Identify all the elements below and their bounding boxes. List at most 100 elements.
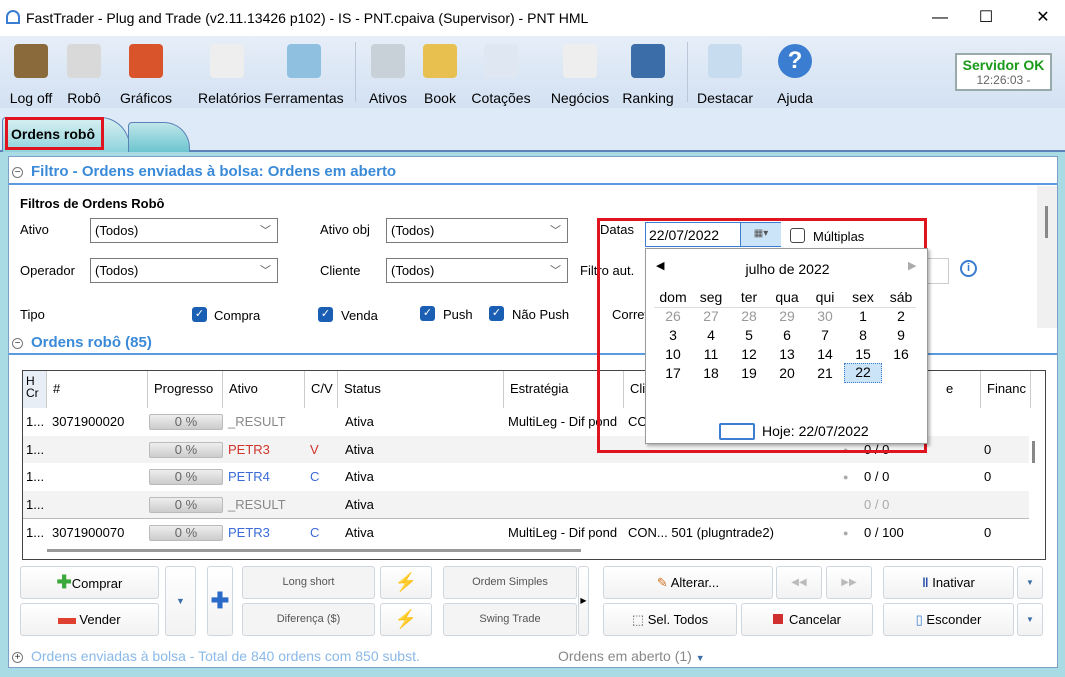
multiplas-checkbox[interactable] — [790, 228, 805, 243]
forward-icon[interactable]: ▶▶ — [826, 566, 872, 599]
lightning-icon[interactable]: ⚡ — [380, 566, 432, 599]
today-link[interactable]: Hoje: 22/07/2022 — [762, 423, 869, 439]
order-dropdown-button[interactable]: ▼ — [165, 566, 196, 636]
calendar-day[interactable]: 5 — [730, 327, 768, 343]
nao-push-checkbox[interactable]: ✓ — [489, 306, 504, 321]
lightning-icon[interactable]: ⚡ — [380, 603, 432, 636]
toolbar-button-ranking[interactable]: Ranking — [620, 40, 676, 106]
calendar-day[interactable]: 6 — [768, 327, 806, 343]
col-header-h-cr[interactable]: H Cr — [23, 371, 47, 408]
col-header-progresso[interactable]: Progresso — [148, 371, 223, 408]
calendar-day[interactable]: 22 — [844, 363, 882, 383]
vender-button[interactable]: Vender — [20, 603, 159, 636]
calendar-day[interactable]: 17 — [654, 365, 692, 381]
diferenca-button[interactable]: Diferença ($) — [242, 603, 375, 636]
today-marker[interactable] — [719, 423, 755, 440]
orders-section-header[interactable]: − Ordens robô (85) — [12, 334, 152, 351]
push-checkbox[interactable]: ✓ — [420, 306, 435, 321]
toolbar-button-cotaes[interactable]: Cotações — [468, 40, 534, 106]
ativo-obj-select[interactable]: (Todos) ﹀ — [386, 218, 568, 243]
inativar-dropdown[interactable]: ▼ — [1017, 566, 1043, 599]
scroll-right-icon[interactable]: ▶ — [578, 566, 589, 636]
calendar-day[interactable]: 3 — [654, 327, 692, 343]
toolbar-button-rob[interactable]: Robô — [62, 40, 106, 106]
venda-checkbox[interactable]: ✓ — [318, 307, 333, 322]
calendar-day[interactable]: 4 — [692, 327, 730, 343]
filter-scrollbar[interactable] — [1037, 186, 1057, 328]
col-header-status[interactable]: Status — [338, 371, 504, 408]
vertical-scrollbar[interactable] — [1032, 441, 1035, 463]
cliente-select[interactable]: (Todos) ﹀ — [386, 258, 568, 283]
calendar-day[interactable]: 9 — [882, 327, 920, 343]
calendar-day[interactable]: 19 — [730, 365, 768, 381]
calendar-day[interactable]: 16 — [882, 346, 920, 362]
toolbar-button-ferramentas[interactable]: Ferramentas — [262, 40, 346, 106]
calendar-day[interactable]: 14 — [806, 346, 844, 362]
maximize-button[interactable]: ☐ — [971, 6, 1001, 30]
info-icon[interactable]: i — [960, 260, 977, 277]
calendar-day[interactable]: 30 — [806, 308, 844, 324]
calendar-day[interactable]: 7 — [806, 327, 844, 343]
calendar-day[interactable]: 18 — [692, 365, 730, 381]
table-row[interactable]: 1... 3071900070 0 % PETR3 C Ativa MultiLeg - D… — [23, 518, 1029, 545]
rewind-icon[interactable]: ◀◀ — [776, 566, 822, 599]
calendar-day[interactable]: 10 — [654, 346, 692, 362]
datas-picker[interactable]: 22/07/2022 ▦▾ — [645, 222, 781, 247]
long-short-button[interactable]: Long short — [242, 566, 375, 599]
toolbar-button-destacar[interactable]: Destacar — [693, 40, 757, 106]
collapse-icon[interactable]: − — [12, 338, 23, 349]
calendar-day[interactable]: 8 — [844, 327, 882, 343]
toolbar-button-ajuda[interactable]: ? Ajuda — [771, 40, 819, 106]
compra-checkbox[interactable]: ✓ — [192, 307, 207, 322]
toolbar-button-ativos[interactable]: Ativos — [364, 40, 412, 106]
swing-trade-button[interactable]: Swing Trade — [443, 603, 577, 636]
ordem-simples-button[interactable]: Ordem Simples — [443, 566, 577, 599]
collapse-icon[interactable]: − — [12, 167, 23, 178]
table-row[interactable]: 1... 0 % _RESULT Ativa 0 / 0 — [23, 490, 1029, 518]
calendar-day[interactable]: 27 — [692, 308, 730, 324]
esconder-dropdown[interactable]: ▼ — [1017, 603, 1043, 636]
toolbar-label: Log off — [9, 90, 53, 106]
sel-todos-button[interactable]: ⬚ Sel. Todos — [603, 603, 737, 636]
calendar-day[interactable]: 29 — [768, 308, 806, 324]
esconder-button[interactable]: ▯ Esconder — [883, 603, 1014, 636]
toolbar-button-grficos[interactable]: Gráficos — [115, 40, 177, 106]
calendar-day[interactable]: 1 — [844, 308, 882, 324]
col-header-financeiro[interactable]: Financ — [981, 371, 1031, 408]
footer-section-header[interactable]: + Ordens enviadas à bolsa - Total de 840 … — [12, 648, 420, 664]
horizontal-scrollbar[interactable] — [47, 549, 581, 552]
toolbar-button-relatrios[interactable]: Relatórios — [198, 40, 261, 106]
expand-icon[interactable]: + — [12, 652, 23, 663]
calendar-dropdown-icon[interactable]: ▦▾ — [740, 223, 781, 246]
col-header-id[interactable]: # — [47, 371, 148, 408]
operador-select[interactable]: (Todos) ﹀ — [90, 258, 278, 283]
ordens-em-aberto-dropdown[interactable]: Ordens em aberto (1) ▼ — [558, 648, 705, 664]
calendar-day[interactable]: 2 — [882, 308, 920, 324]
calendar-day[interactable]: 20 — [768, 365, 806, 381]
calendar-day[interactable]: 15 — [844, 346, 882, 362]
toolbar-button-logoff[interactable]: Log off — [4, 40, 58, 106]
calendar-day[interactable]: 28 — [730, 308, 768, 324]
col-header-ativo[interactable]: Ativo — [223, 371, 305, 408]
toolbar-button-book[interactable]: Book — [420, 40, 460, 106]
calendar-day[interactable]: 11 — [692, 346, 730, 362]
add-strategy-button[interactable]: ✚ — [207, 566, 233, 636]
tab-new[interactable] — [128, 122, 190, 152]
col-header-cv[interactable]: C/V — [305, 371, 338, 408]
toolbar-button-negcios[interactable]: Negócios — [545, 40, 615, 106]
divider — [9, 183, 1057, 185]
calendar-day[interactable]: 13 — [768, 346, 806, 362]
calendar-day[interactable]: 26 — [654, 308, 692, 324]
calendar-day[interactable]: 21 — [806, 365, 844, 381]
minimize-button[interactable]: — — [925, 6, 955, 30]
ativo-select[interactable]: (Todos) ﹀ — [90, 218, 278, 243]
comprar-button[interactable]: ✚Comprar — [20, 566, 159, 599]
table-row[interactable]: 1... 0 % PETR4 C Ativa ● 0 / 0 0 — [23, 463, 1029, 490]
calendar-day[interactable]: 12 — [730, 346, 768, 362]
next-month-icon[interactable]: ▶ — [908, 259, 916, 272]
close-button[interactable]: ✕ — [1028, 6, 1058, 30]
inativar-button[interactable]: ‖ Inativar — [883, 566, 1014, 599]
cancelar-button[interactable]: Cancelar — [741, 603, 873, 636]
alterar-button[interactable]: ✎ Alterar... — [603, 566, 773, 599]
filter-section-header[interactable]: − Filtro - Ordens enviadas à bolsa: Orden… — [12, 163, 396, 180]
